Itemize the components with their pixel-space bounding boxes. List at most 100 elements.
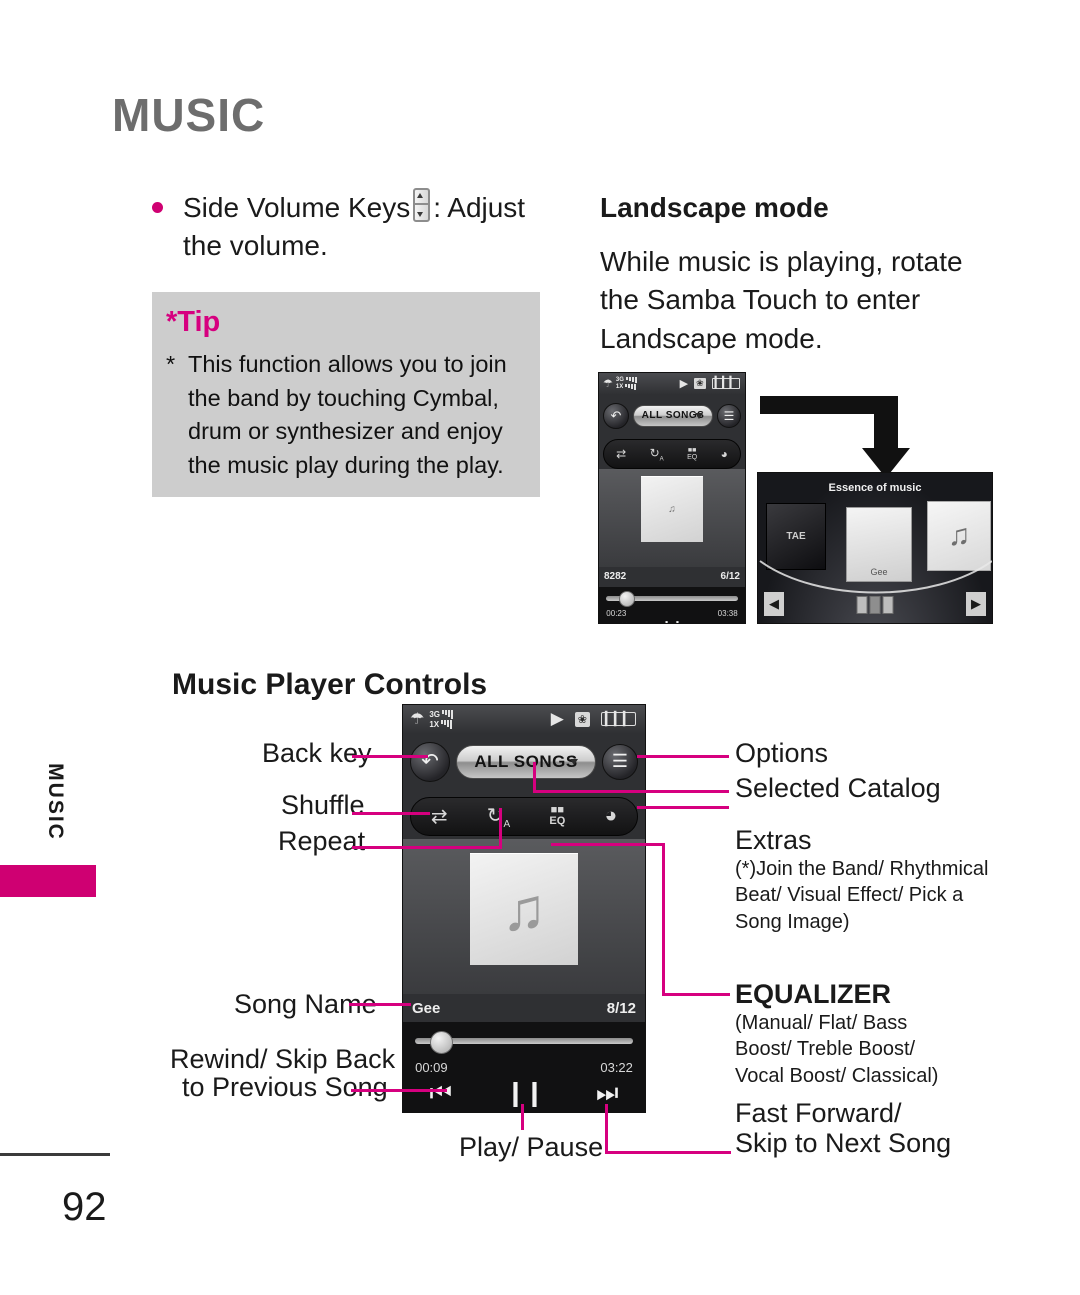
page-title: MUSIC: [112, 89, 266, 141]
label-extras: Extras: [735, 825, 812, 855]
back-key-icon[interactable]: ↶: [410, 741, 450, 782]
landscape-title: Essence of music: [828, 482, 922, 494]
carousel-page-indicator: [856, 596, 894, 614]
extras-icon[interactable]: ◕: [604, 804, 617, 828]
shuffle-icon[interactable]: ⇄: [616, 447, 626, 461]
play-icon: ▶: [550, 709, 564, 729]
label-selected-catalog: Selected Catalog: [735, 773, 941, 803]
shuffle-icon[interactable]: ⇄: [431, 804, 448, 829]
side-volume-rocker-icon: [413, 188, 431, 222]
side-tab-marker: [0, 865, 96, 897]
catalog-label: ALL SONGS: [474, 751, 578, 771]
preview-toolbar: ⇄ ↻A ■■ EQ ◕: [603, 439, 741, 469]
tip-box: *Tip * This function allows you to join …: [152, 292, 540, 497]
signal-icon: ☂: [603, 377, 613, 390]
album-art: ♫: [641, 476, 703, 543]
chevron-down-icon: [570, 758, 579, 765]
landscape-mode-heading: Landscape mode: [600, 192, 829, 223]
play-icon: ▶: [679, 377, 689, 390]
leader-eq-v: [662, 843, 665, 995]
selected-catalog-button[interactable]: ALL SONGS: [633, 404, 713, 427]
skip-back-icon[interactable]: ⏮: [616, 619, 628, 623]
portrait-player-preview: ☂ 3G 1X ▶ ❀ ▎▎▎ ↶ ALL SONGS ☰ ⇄ ↻A ■■ EQ …: [598, 372, 746, 624]
carousel-prev-button[interactable]: ◀: [764, 592, 784, 616]
preview-seek-area: 00:23 03:38 ⏮ ❙❙ ⏭: [599, 586, 745, 623]
back-key-icon[interactable]: ↶: [603, 402, 629, 429]
leader-shuffle: [352, 812, 430, 815]
music-note-icon: ♫: [947, 519, 971, 552]
seek-knob[interactable]: [619, 590, 636, 607]
preview-transport: ⏮ ❙❙ ⏭: [599, 619, 745, 623]
leader-options: [637, 755, 729, 758]
label-fast-forward-line1: Fast Forward/: [735, 1098, 902, 1128]
leader-play-pause: [521, 1104, 524, 1130]
preview-header-row: ↶ ALL SONGS ☰: [599, 396, 745, 436]
song-name: Gee: [412, 999, 441, 1017]
next-arrow-icon: ▶: [971, 596, 981, 611]
bluetooth-icon: ❀: [574, 711, 590, 727]
bluetooth-icon: ❀: [694, 377, 706, 389]
carousel-next-button[interactable]: ▶: [966, 592, 986, 616]
leader-eq-h1: [551, 843, 665, 846]
side-volume-keys-bullet: Side Volume Keys: Adjust the volume.: [152, 188, 552, 265]
equalizer-icon[interactable]: ■■ EQ: [687, 447, 697, 461]
tip-body-text: This function allows you to join the ban…: [188, 351, 507, 478]
options-icon[interactable]: ☰: [602, 743, 638, 780]
tip-star: *: [166, 351, 176, 377]
bullet-dot-icon: [152, 202, 163, 213]
status-bar: ☂ 3G 1X ▶ ❀ ▎▎▎: [403, 705, 645, 734]
seek-knob[interactable]: [429, 1031, 453, 1055]
preview-song-row: 8282 6/12: [599, 567, 745, 587]
side-tab-label: MUSIC: [44, 763, 67, 841]
leader-extras: [637, 806, 729, 809]
player-seek-area: 00:09 03:22 ⏮ ❙❙ ⏭: [403, 1022, 645, 1112]
leader-rewind: [351, 1089, 447, 1092]
player-time-row: 00:09 03:22: [403, 1060, 645, 1075]
music-player-screen: ☂ 3G 1X ▶ ❀ ▎▎▎ ↶ ALL SONGS ☰ ⇄ ↻A ■■ EQ …: [402, 704, 646, 1113]
status-bar: ☂ 3G 1X ▶ ❀ ▎▎▎: [599, 373, 745, 394]
album-art: ♫: [470, 853, 578, 966]
bullet-text-before: Side Volume Keys: [183, 192, 411, 223]
preview-album-area: ♫: [599, 469, 745, 567]
bullet-text: Side Volume Keys: Adjust the volume.: [152, 188, 552, 265]
track-position: 8/12: [606, 999, 636, 1017]
network-indicator-icon: 3G 1X: [429, 709, 454, 729]
label-rewind-line1: Rewind/ Skip Back: [170, 1044, 396, 1074]
leader-repeat-h: [352, 846, 502, 849]
player-transport: ⏮ ❙❙ ⏭: [403, 1078, 645, 1108]
repeat-all-icon[interactable]: ↻A: [650, 446, 664, 462]
prev-arrow-icon: ◀: [769, 596, 779, 611]
label-repeat: Repeat: [278, 826, 366, 856]
battery-icon: ▎▎▎: [601, 712, 636, 727]
label-back-key: Back key: [262, 738, 372, 768]
options-icon[interactable]: ☰: [717, 403, 741, 428]
duration-time: 03:22: [600, 1060, 633, 1076]
music-player-controls-heading: Music Player Controls: [172, 668, 488, 701]
landscape-player-preview: Essence of music TAE Gee ♫ ◀ ▶: [757, 472, 993, 624]
leader-eq-h2: [662, 993, 730, 996]
selected-catalog-button[interactable]: ALL SONGS: [456, 744, 596, 779]
skip-back-icon[interactable]: ⏮: [430, 1079, 453, 1108]
skip-forward-icon[interactable]: ⏭: [716, 619, 728, 623]
extras-icon[interactable]: ◕: [721, 447, 728, 461]
duration-time: 03:38: [717, 608, 738, 618]
leader-back-key: [352, 755, 428, 758]
chevron-down-icon: [694, 412, 703, 419]
leader-ff-v: [605, 1104, 608, 1154]
label-fast-forward-line2: Skip to Next Song: [735, 1128, 952, 1158]
page-number: 92: [62, 1185, 107, 1229]
signal-icon: ☂: [410, 711, 425, 729]
label-play-pause: Play/ Pause: [459, 1132, 604, 1162]
elapsed-time: 00:09: [415, 1060, 448, 1076]
label-options: Options: [735, 738, 829, 768]
label-equalizer-detail: (Manual/ Flat/ Bass Boost/ Treble Boost/…: [735, 1012, 939, 1087]
equalizer-icon[interactable]: ■■ EQ: [549, 805, 565, 827]
pause-icon[interactable]: ❙❙: [661, 619, 683, 623]
leader-ff-h: [605, 1151, 731, 1154]
label-equalizer: EQUALIZER: [735, 979, 892, 1009]
leader-repeat-v: [499, 808, 502, 848]
carousel-arc: [759, 560, 992, 594]
label-extras-detail: (*)Join the Band/ Rhythmical Beat/ Visua…: [735, 858, 989, 933]
music-note-icon: ♫: [501, 875, 547, 943]
tip-heading: *Tip: [166, 306, 221, 338]
